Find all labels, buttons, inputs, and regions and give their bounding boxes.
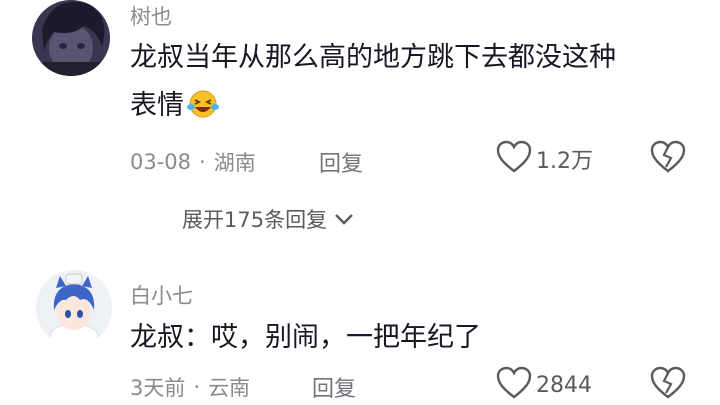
meta-separator: · xyxy=(199,150,206,174)
comment-username[interactable]: 树也 xyxy=(130,1,172,31)
comment-meta: 03-08 · 湖南 xyxy=(130,147,256,177)
heart-icon xyxy=(496,140,532,178)
dark-anime-avatar-icon xyxy=(32,0,110,76)
comment-date: 3天前 xyxy=(130,376,186,400)
like-count: 1.2万 xyxy=(536,149,593,174)
reply-button[interactable]: 回复 xyxy=(312,371,356,403)
comment-date: 03-08 xyxy=(130,150,192,174)
dislike-button[interactable] xyxy=(650,366,686,404)
comment-text-line1: 龙叔当年从那么高的地方跳下去都没这种 xyxy=(130,42,616,73)
avatar[interactable] xyxy=(36,270,112,346)
broken-heart-icon xyxy=(650,366,686,404)
dislike-button[interactable] xyxy=(650,140,686,178)
comment-username[interactable]: 白小七 xyxy=(130,280,193,310)
heart-icon xyxy=(496,366,532,404)
like-button[interactable]: 1.2万 xyxy=(496,140,593,178)
like-button[interactable]: 2844 xyxy=(496,366,592,404)
expand-replies-label: 展开175条回复 xyxy=(182,208,328,232)
avatar[interactable] xyxy=(32,0,110,76)
comment-text-line2-text: 表情 xyxy=(130,90,184,121)
reply-button[interactable]: 回复 xyxy=(319,146,363,178)
blue-hair-anime-avatar-icon xyxy=(36,270,112,346)
chevron-down-icon xyxy=(333,212,355,226)
laughing-crying-emoji-icon xyxy=(186,88,220,132)
like-count: 2844 xyxy=(536,372,592,398)
comment-text-line2: 表情 xyxy=(130,84,220,132)
expand-replies-button[interactable]: 展开175条回复 xyxy=(182,204,355,234)
broken-heart-icon xyxy=(650,140,686,178)
comment-location: 云南 xyxy=(208,376,251,400)
comment-location: 湖南 xyxy=(213,151,256,175)
comment-text-line1: 龙叔：哎，别闹，一把年纪了 xyxy=(130,322,481,353)
meta-separator: · xyxy=(193,375,201,399)
comment-meta: 3天前 · 云南 xyxy=(130,372,250,402)
comment-item: 白小七 龙叔：哎，别闹，一把年纪了 3天前 · 云南 回复 2844 xyxy=(0,260,720,405)
comment-item: 树也 龙叔当年从那么高的地方跳下去都没这种 表情 03-08 · 湖南 回复 1… xyxy=(0,0,720,200)
